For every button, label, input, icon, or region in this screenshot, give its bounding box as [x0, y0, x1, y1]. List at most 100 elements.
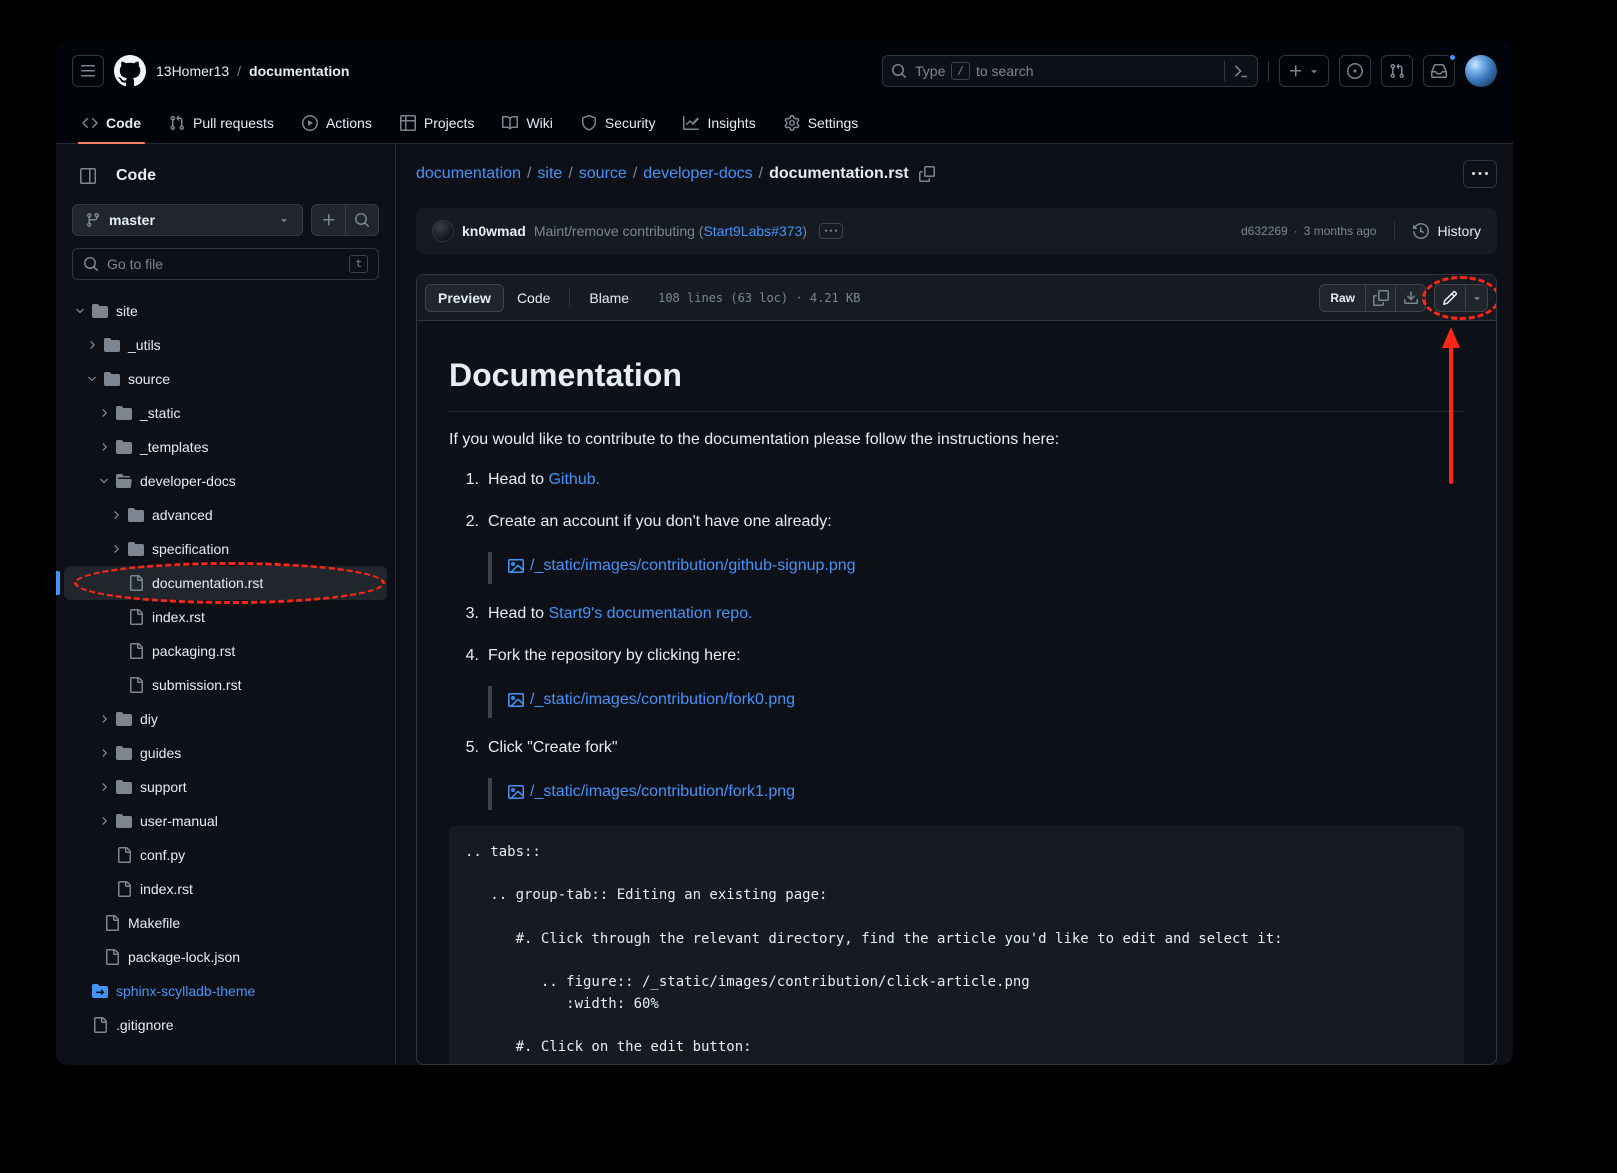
- tab-settings[interactable]: Settings: [770, 103, 873, 143]
- chevron-right-icon[interactable]: [96, 713, 112, 725]
- chevron-right-icon[interactable]: [108, 509, 124, 521]
- file-view-toolbar: PreviewCodeBlame 108 lines (63 loc) · 4.…: [417, 275, 1496, 321]
- file-tab-preview[interactable]: Preview: [425, 284, 504, 312]
- doc-link[interactable]: Github.: [548, 471, 600, 488]
- collapse-sidebar-button[interactable]: [72, 160, 104, 192]
- image-link[interactable]: /_static/images/contribution/github-sign…: [508, 554, 856, 578]
- tree-item-conf.py[interactable]: conf.py: [64, 838, 387, 872]
- chevron-right-icon[interactable]: [84, 339, 100, 351]
- user-avatar[interactable]: [1465, 55, 1497, 87]
- chevron-down-icon[interactable]: [84, 373, 100, 385]
- tab-code[interactable]: Code: [68, 103, 155, 143]
- breadcrumb-link-site[interactable]: site: [537, 165, 562, 183]
- tab-wiki[interactable]: Wiki: [488, 103, 566, 143]
- tree-item-support[interactable]: support: [64, 770, 387, 804]
- tree-item-index.rst[interactable]: index.rst: [64, 600, 387, 634]
- tab-projects[interactable]: Projects: [386, 103, 489, 143]
- table-icon: [400, 115, 416, 131]
- copy-icon: [919, 166, 935, 182]
- pull-requests-button[interactable]: [1381, 55, 1413, 87]
- tree-item-label: _templates: [140, 439, 208, 455]
- tree-item-.gitignore[interactable]: .gitignore: [64, 1008, 387, 1042]
- tree-item-diy[interactable]: diy: [64, 702, 387, 736]
- chevron-down-icon[interactable]: [96, 475, 112, 487]
- create-new-button[interactable]: [1279, 55, 1329, 87]
- chevron-down-icon[interactable]: [72, 305, 88, 317]
- tree-item-package-lock.json[interactable]: package-lock.json: [64, 940, 387, 974]
- tree-item-source[interactable]: source: [64, 362, 387, 396]
- chevron-right-icon[interactable]: [96, 747, 112, 759]
- tree-item-specification[interactable]: specification: [64, 532, 387, 566]
- tree-item-_templates[interactable]: _templates: [64, 430, 387, 464]
- chevron-right-icon[interactable]: [96, 781, 112, 793]
- chevron-right-icon[interactable]: [108, 543, 124, 555]
- command-palette-icon[interactable]: [1233, 63, 1249, 79]
- add-file-button[interactable]: [312, 205, 345, 235]
- breadcrumb-link-source[interactable]: source: [579, 165, 627, 183]
- file-actions: Raw: [1319, 284, 1488, 312]
- github-logo[interactable]: [114, 55, 146, 87]
- issues-button[interactable]: [1339, 55, 1371, 87]
- folder-icon: [92, 303, 108, 319]
- commit-sha-link[interactable]: d632269: [1241, 224, 1288, 238]
- tab-pull-requests[interactable]: Pull requests: [155, 103, 288, 143]
- go-to-file-input[interactable]: Go to file t: [72, 248, 379, 280]
- copy-raw-button[interactable]: [1365, 285, 1395, 311]
- edit-file-button[interactable]: [1435, 285, 1465, 311]
- commit-time-link[interactable]: 3 months ago: [1304, 224, 1377, 238]
- copy-path-button[interactable]: [919, 166, 935, 182]
- commit-author-link[interactable]: kn0wmad: [462, 223, 526, 239]
- tree-actions-group: [311, 204, 379, 236]
- global-search-input[interactable]: Type / to search: [882, 55, 1258, 87]
- tree-item-submission.rst[interactable]: submission.rst: [64, 668, 387, 702]
- file-tab-blame[interactable]: Blame: [576, 284, 642, 312]
- tree-item-documentation.rst[interactable]: documentation.rst: [64, 566, 387, 600]
- commit-message: Maint/remove contributing (Start9Labs#37…: [534, 223, 807, 239]
- tree-item-packaging.rst[interactable]: packaging.rst: [64, 634, 387, 668]
- tree-item-guides[interactable]: guides: [64, 736, 387, 770]
- list-number: 4.: [457, 644, 479, 718]
- file-tab-code[interactable]: Code: [504, 284, 563, 312]
- tree-item-developer-docs[interactable]: developer-docs: [64, 464, 387, 498]
- raw-button[interactable]: Raw: [1320, 285, 1365, 311]
- history-button[interactable]: History: [1413, 223, 1481, 239]
- tab-security[interactable]: Security: [567, 103, 670, 143]
- submodule-icon: [92, 983, 108, 999]
- branch-selector[interactable]: master: [72, 204, 303, 236]
- image-link[interactable]: /_static/images/contribution/fork1.png: [508, 780, 795, 804]
- tree-item-_static[interactable]: _static: [64, 396, 387, 430]
- image-link[interactable]: /_static/images/contribution/fork0.png: [508, 688, 795, 712]
- commit-author-avatar[interactable]: [432, 220, 454, 242]
- tree-item-sphinx-scylladb-theme[interactable]: sphinx-scylladb-theme: [64, 974, 387, 1008]
- more-options-button[interactable]: [1463, 160, 1497, 188]
- commit-message-expand-button[interactable]: [819, 223, 843, 239]
- inbox-button[interactable]: [1423, 55, 1455, 87]
- chevron-right-icon[interactable]: [96, 441, 112, 453]
- repo-name-link[interactable]: documentation: [249, 63, 349, 79]
- doc-link[interactable]: Start9's documentation repo.: [548, 605, 752, 622]
- plus-icon: [1288, 63, 1304, 79]
- chevron-right-icon[interactable]: [96, 815, 112, 827]
- tab-insights[interactable]: Insights: [669, 103, 769, 143]
- commit-pr-link[interactable]: Start9Labs#373: [703, 223, 802, 239]
- tab-actions[interactable]: Actions: [288, 103, 386, 143]
- breadcrumb-link-developer-docs[interactable]: developer-docs: [643, 165, 752, 183]
- breadcrumb-link-documentation[interactable]: documentation: [416, 165, 521, 183]
- search-this-repo-button[interactable]: [345, 205, 378, 235]
- graph-icon: [683, 115, 699, 131]
- download-button[interactable]: [1395, 285, 1425, 311]
- repo-owner-link[interactable]: 13Homer13: [156, 63, 229, 79]
- tree-item-index.rst[interactable]: index.rst: [64, 872, 387, 906]
- edit-dropdown-button[interactable]: [1465, 285, 1487, 311]
- tree-item-_utils[interactable]: _utils: [64, 328, 387, 362]
- tree-item-user-manual[interactable]: user-manual: [64, 804, 387, 838]
- tree-item-label: site: [116, 303, 138, 319]
- tree-item-Makefile[interactable]: Makefile: [64, 906, 387, 940]
- file-icon: [128, 609, 144, 625]
- blockquote: /_static/images/contribution/github-sign…: [488, 552, 1464, 584]
- tree-item-site[interactable]: site: [64, 294, 387, 328]
- chevron-right-icon[interactable]: [96, 407, 112, 419]
- global-nav-menu-button[interactable]: [72, 55, 104, 87]
- list-number: 5.: [457, 736, 479, 810]
- tree-item-advanced[interactable]: advanced: [64, 498, 387, 532]
